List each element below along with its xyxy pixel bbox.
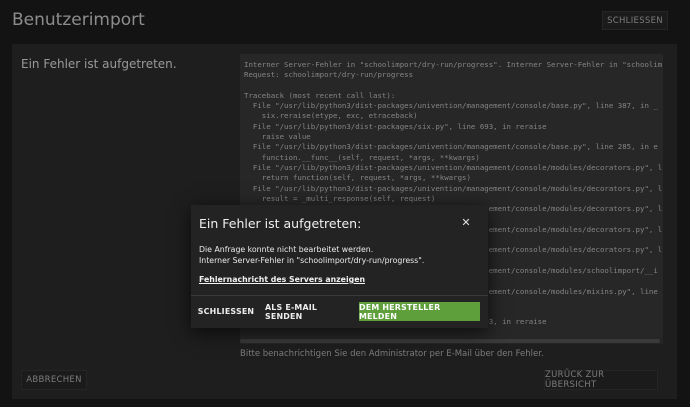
dialog-divider bbox=[191, 295, 488, 296]
modal-overlay bbox=[0, 0, 690, 407]
dialog-message-line2: Interner Server-Fehler in "schoolimport/… bbox=[199, 256, 425, 265]
dialog-title: Ein Fehler ist aufgetreten: bbox=[199, 216, 362, 231]
send-email-button[interactable]: ALS E-MAIL SENDEN bbox=[265, 302, 349, 321]
show-server-message-link[interactable]: Fehlernachricht des Servers anzeigen bbox=[199, 275, 365, 284]
report-to-vendor-button[interactable]: DEM HERSTELLER MELDEN bbox=[359, 302, 480, 321]
dialog-message-line1: Die Anfrage konnte nicht bearbeitet werd… bbox=[199, 245, 374, 254]
dialog-close-button[interactable]: SCHLIESSEN bbox=[198, 302, 254, 321]
error-dialog: Ein Fehler ist aufgetreten: ✕ Die Anfrag… bbox=[191, 205, 488, 328]
dialog-message: Die Anfrage konnte nicht bearbeitet werd… bbox=[199, 244, 424, 266]
close-icon[interactable]: ✕ bbox=[460, 217, 472, 229]
